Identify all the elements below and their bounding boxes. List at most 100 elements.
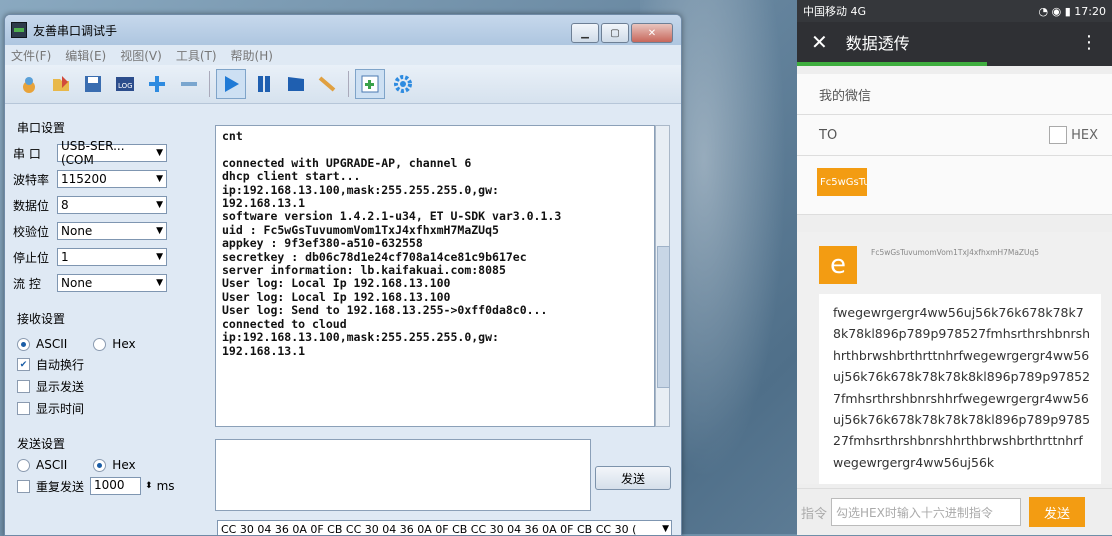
receive-settings-title: 接收设置	[17, 312, 66, 326]
new-window-icon[interactable]	[355, 69, 385, 99]
send-button[interactable]: 发送	[595, 466, 671, 490]
command-bar: 指令 勾选HEX时输入十六进制指令 发送	[797, 488, 1112, 535]
add-icon[interactable]	[143, 70, 171, 98]
repeat-send-option: 重复发送 1000 ⬍ ms	[17, 477, 211, 495]
close-button[interactable]: ✕	[631, 23, 673, 43]
parity-row: 校验位 None ▼	[13, 220, 211, 242]
menu-file[interactable]: 文件(F)	[11, 47, 51, 64]
sender-id: Fc5wGsTuvumomVom1TxJ4xfhxmH7MaZUq5	[871, 248, 1040, 257]
flow-select[interactable]: None ▼	[57, 274, 167, 292]
parity-label: 校验位	[13, 224, 50, 239]
settings-gear-icon[interactable]	[389, 70, 417, 98]
send-textarea[interactable]	[215, 439, 591, 511]
port-select[interactable]: USB-SER...(COM ▼	[57, 139, 167, 167]
phone-screen: 中国移动 4G ◔ ◉ ▮ 17:20 ✕ 数据透传 ⋮ 我的微信 TO HEX…	[797, 0, 1112, 535]
send-settings-title: 发送设置	[17, 437, 66, 451]
command-label: 指令	[801, 506, 828, 522]
remove-icon[interactable]	[175, 70, 203, 98]
databits-select[interactable]: 8 ▼	[57, 196, 167, 214]
menu-bar: 文件(F) 编辑(E) 视图(V) 工具(T) 帮助(H)	[5, 45, 681, 65]
menu-edit[interactable]: 编辑(E)	[65, 47, 106, 64]
toolbar-separator	[209, 71, 210, 97]
stopbits-label: 停止位	[13, 250, 50, 265]
log-icon[interactable]: LOG	[111, 70, 139, 98]
autowrap-label: 自动换行	[36, 358, 85, 372]
receive-format-group: ASCII Hex	[17, 337, 211, 351]
phone-title: 数据透传	[845, 34, 910, 53]
databits-row: 数据位 8 ▼	[13, 194, 211, 216]
carrier-text: 中国移动 4G	[803, 5, 867, 18]
to-label: TO	[819, 127, 838, 143]
flow-label: 流 控	[13, 276, 41, 291]
baud-label: 波特率	[13, 172, 50, 187]
sender-avatar: e	[819, 246, 857, 284]
open-port-icon[interactable]	[15, 70, 43, 98]
receive-ascii-label: ASCII	[36, 337, 68, 351]
toolbar-separator	[348, 71, 349, 97]
receive-terminal[interactable]: cnt connected with UPGRADE-AP, channel 6…	[215, 125, 655, 427]
close-icon[interactable]: ✕	[811, 30, 828, 54]
clear-icon[interactable]	[314, 70, 342, 98]
stopbits-row: 停止位 1 ▼	[13, 246, 211, 268]
app-icon	[11, 22, 27, 38]
send-ascii-radio[interactable]	[17, 458, 30, 472]
spacer	[797, 66, 1112, 74]
menu-view[interactable]: 视图(V)	[120, 47, 162, 64]
minimize-button[interactable]: ▁	[571, 23, 599, 43]
command-input[interactable]: 勾选HEX时输入十六进制指令	[831, 498, 1022, 526]
window-title: 友善串口调试手	[33, 23, 118, 38]
hex-checkbox[interactable]	[1049, 126, 1068, 144]
databits-label: 数据位	[13, 198, 50, 213]
message-area: e Fc5wGsTuvumomVom1TxJ4xfhxmH7MaZUq5 fwe…	[797, 232, 1112, 484]
repeat-interval-input[interactable]: 1000	[90, 477, 142, 495]
receive-ascii-radio[interactable]	[17, 337, 30, 351]
phone-send-button[interactable]: 发送	[1029, 497, 1086, 527]
settings-panel: 串口设置 串 口 USB-SER...(COM ▼ 波特率 115200 ▼ 数据位…	[13, 115, 211, 535]
autowrap-option[interactable]: ✔ 自动换行	[17, 356, 211, 373]
serial-assistant-window: 友善串口调试手 ▁ ▢ ✕ 文件(F) 编辑(E) 视图(V) 工具(T) 帮助…	[4, 14, 682, 536]
recipient-tag[interactable]: Fc5wGsTu	[817, 168, 867, 196]
folder-open-icon[interactable]	[47, 70, 75, 98]
svg-text:LOG: LOG	[118, 82, 133, 90]
flow-row: 流 控 None ▼	[13, 272, 211, 294]
showtime-option[interactable]: 显示时间	[17, 400, 211, 417]
port-row: 串 口 USB-SER...(COM ▼	[13, 139, 211, 167]
showsend-label: 显示发送	[36, 380, 85, 394]
maximize-button[interactable]: ▢	[601, 23, 629, 43]
send-format-group: ASCII Hex	[17, 458, 211, 472]
receive-hex-radio[interactable]	[93, 337, 107, 351]
repeat-interval-stepper[interactable]: ⬍	[145, 481, 153, 491]
showsend-option[interactable]: 显示发送	[17, 378, 211, 395]
phone-header: ✕ 数据透传 ⋮	[797, 22, 1112, 62]
parity-select[interactable]: None ▼	[57, 222, 167, 240]
showsend-checkbox[interactable]	[17, 380, 30, 393]
window-controls: ▁ ▢ ✕	[571, 23, 673, 43]
pause-icon[interactable]	[250, 70, 278, 98]
send-hex-radio[interactable]	[93, 458, 107, 472]
repeat-send-checkbox[interactable]	[17, 479, 30, 493]
my-wechat-row[interactable]: 我的微信	[797, 74, 1112, 115]
terminal-scrollbar[interactable]	[655, 125, 670, 427]
to-row: TO HEX	[797, 115, 1112, 156]
receive-hex-label: Hex	[112, 337, 136, 351]
stop-icon[interactable]	[282, 70, 310, 98]
play-icon[interactable]	[216, 69, 246, 99]
recipient-area: Fc5wGsTu	[797, 156, 1112, 215]
scrollbar-thumb[interactable]	[657, 246, 670, 388]
menu-tools[interactable]: 工具(T)	[176, 47, 217, 64]
menu-help[interactable]: 帮助(H)	[231, 47, 273, 64]
baud-select[interactable]: 115200 ▼	[57, 170, 167, 188]
showtime-checkbox[interactable]	[17, 402, 30, 415]
autowrap-checkbox[interactable]: ✔	[17, 358, 30, 371]
save-icon[interactable]	[79, 70, 107, 98]
more-menu-icon[interactable]: ⋮	[1080, 32, 1098, 53]
toolbar: LOG	[5, 65, 681, 104]
repeat-send-label: 重复发送	[36, 479, 85, 494]
title-bar: 友善串口调试手 ▁ ▢ ✕	[5, 15, 681, 45]
message-bubble: fwegewrgergr4ww56uj56k76k678k78k78k78kl8…	[819, 294, 1101, 484]
stopbits-select[interactable]: 1 ▼	[57, 248, 167, 266]
hex-label: HEX	[1071, 127, 1098, 143]
send-hex-label: Hex	[112, 458, 136, 472]
status-time: ◔ ◉ ▮ 17:20	[1038, 4, 1106, 18]
hex-option[interactable]: HEX	[1049, 126, 1098, 144]
